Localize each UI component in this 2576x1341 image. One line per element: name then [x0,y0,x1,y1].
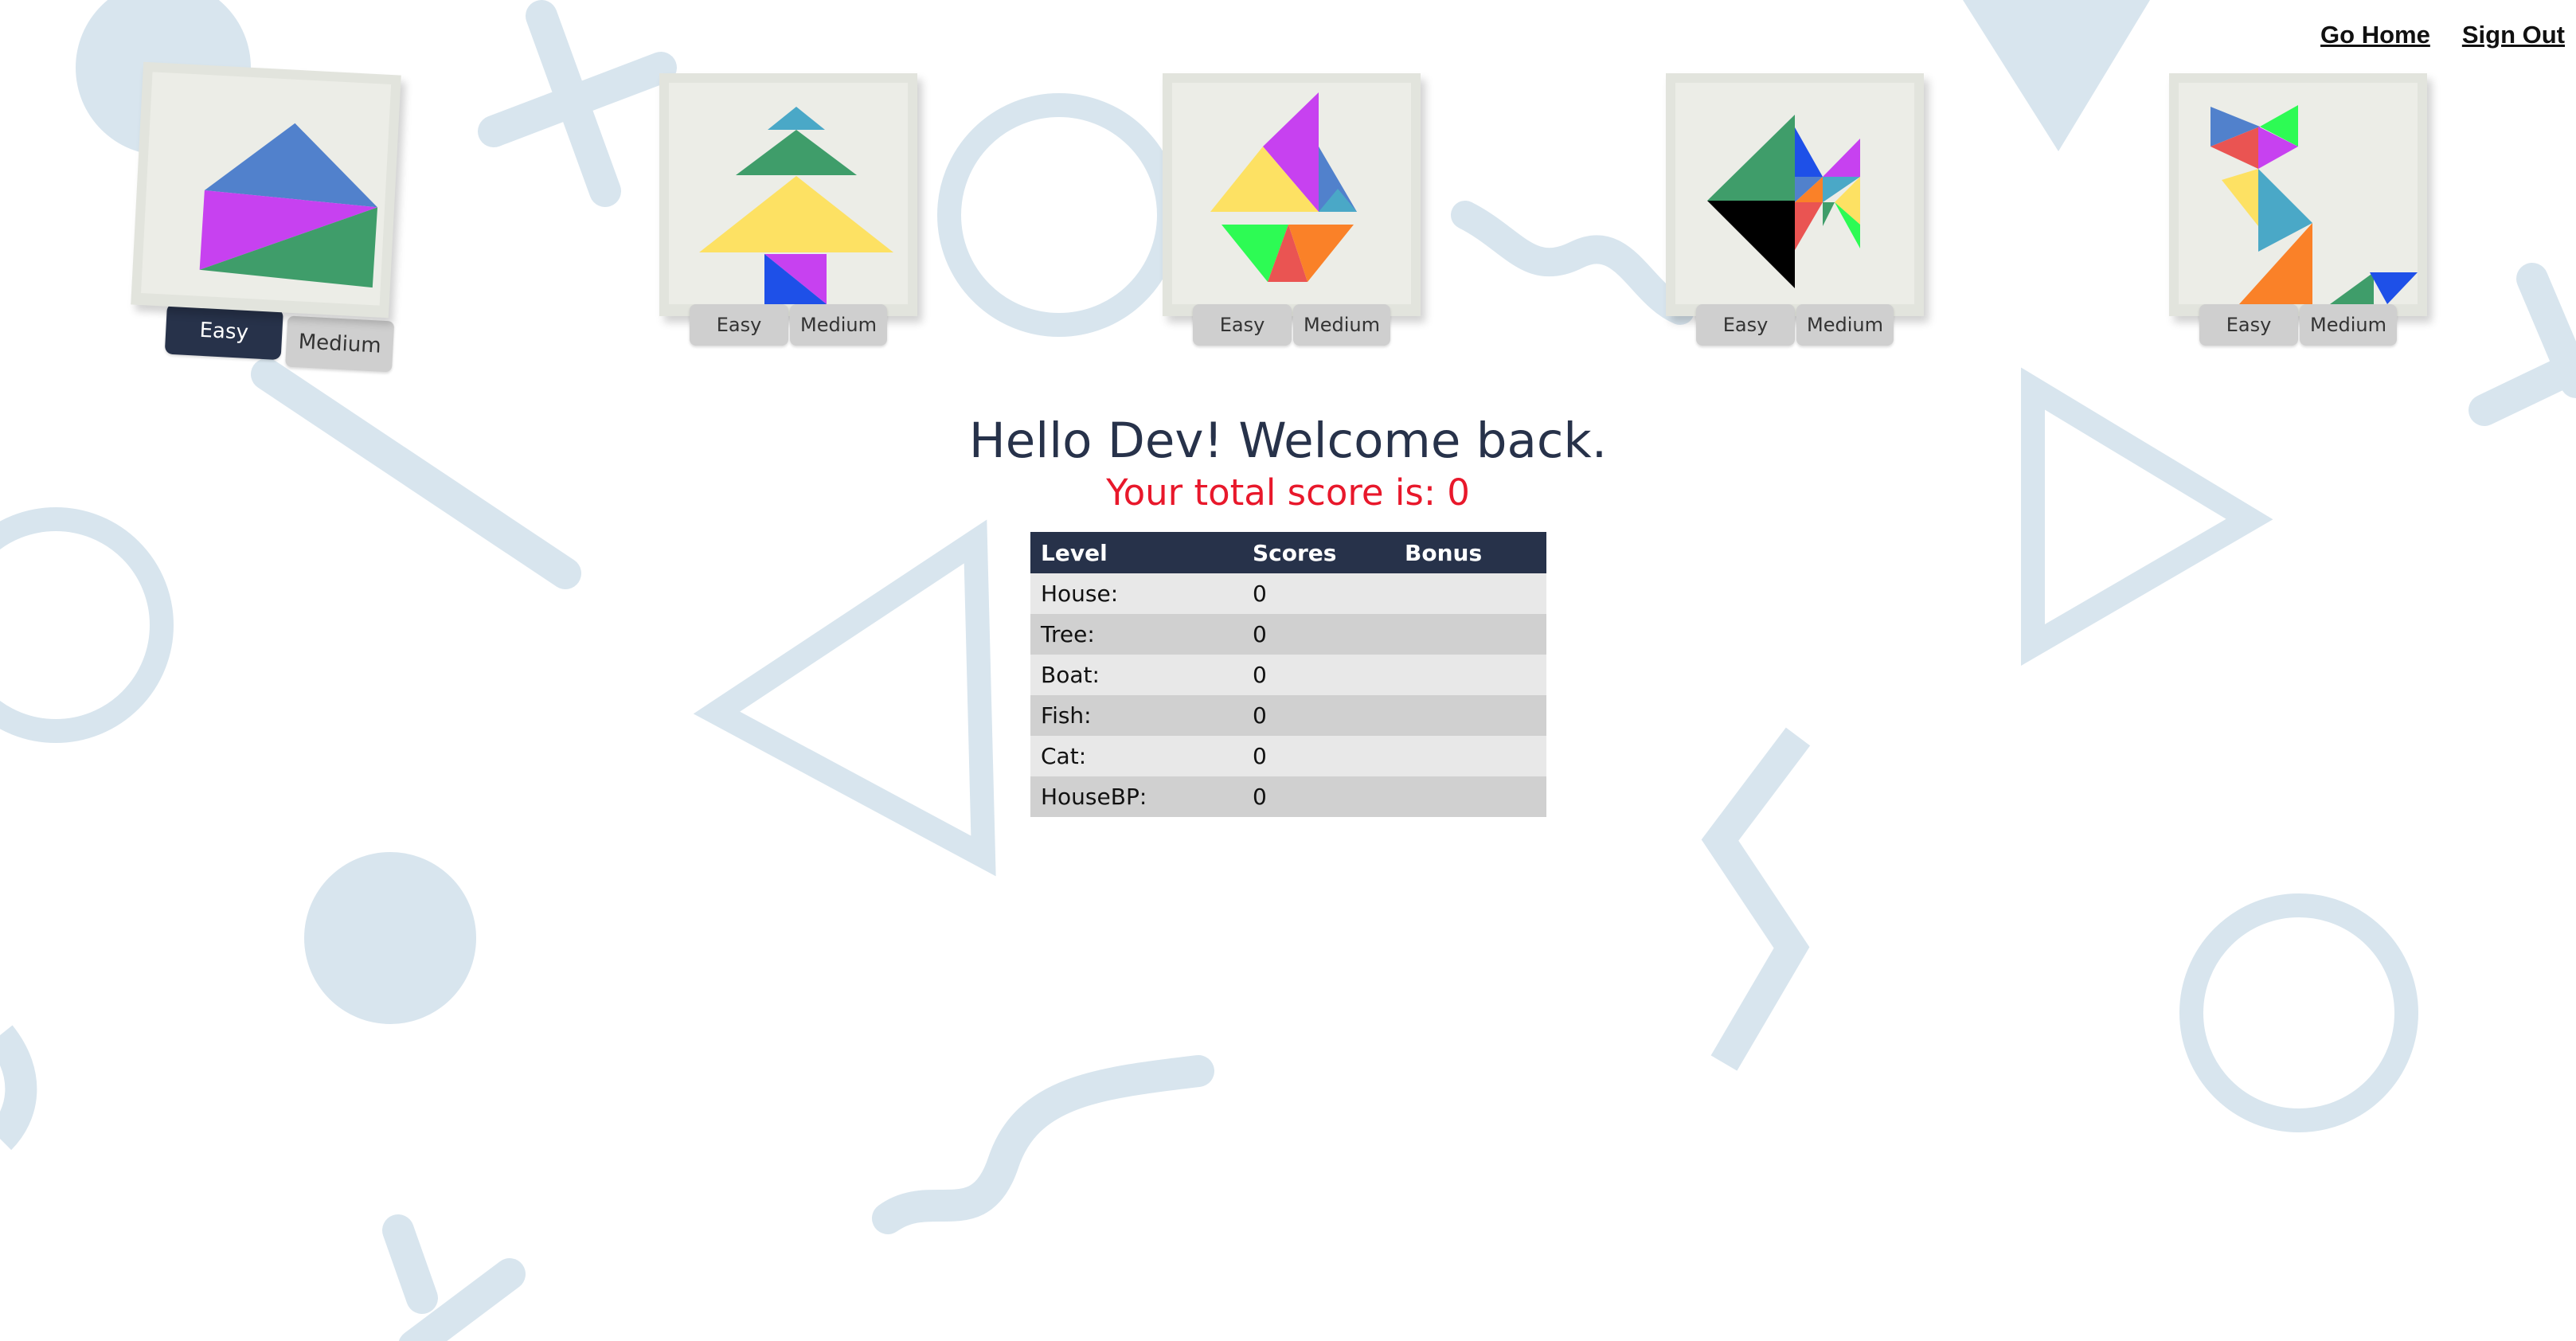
level-cell: Boat: [1030,655,1242,695]
table-row: Fish: 0 [1030,695,1546,736]
fish-tangram-image [1707,115,1860,288]
table-row: Tree: 0 [1030,614,1546,655]
table-header-row: Level Scores Bonus [1030,532,1546,573]
top-nav: Go Home Sign Out [2320,21,2565,49]
bonus-cell [1394,776,1546,817]
bonus-cell [1394,573,1546,614]
easy-button[interactable]: Easy [2199,304,2298,346]
go-home-link[interactable]: Go Home [2320,21,2430,49]
level-cell: Cat: [1030,736,1242,776]
sign-out-link[interactable]: Sign Out [2462,21,2565,49]
scores-table: Level Scores Bonus House: 0 Tree: 0 Boat… [1030,532,1546,817]
medium-button[interactable]: Medium [285,315,395,373]
medium-button[interactable]: Medium [1293,304,1390,346]
puzzle-card-house[interactable] [131,61,401,319]
table-row: House: 0 [1030,573,1546,614]
score-cell: 0 [1242,776,1394,817]
score-cell: 0 [1242,573,1394,614]
puzzle-card-fish[interactable]: Easy Medium [1666,73,1924,346]
cat-tangram-image [2211,105,2418,304]
table-row: Cat: 0 [1030,736,1546,776]
bonus-cell [1394,614,1546,655]
puzzle-card-boat[interactable]: Easy Medium [1163,73,1421,346]
difficulty-buttons-boat: Easy Medium [1193,304,1390,346]
table-row: Boat: 0 [1030,655,1546,695]
score-cell: 0 [1242,655,1394,695]
score-cell: 0 [1242,736,1394,776]
difficulty-buttons-fish: Easy Medium [1696,304,1894,346]
puzzle-card-tree[interactable]: Easy Medium [659,73,917,346]
tree-tangram-image [699,107,893,304]
table-row: HouseBP: 0 [1030,776,1546,817]
medium-button[interactable]: Medium [1796,304,1894,346]
house-tangram-image [199,123,378,288]
easy-button[interactable]: Easy [1193,304,1292,346]
medium-button[interactable]: Medium [790,304,887,346]
score-cell: 0 [1242,695,1394,736]
header-level: Level [1030,532,1242,573]
level-cell: HouseBP: [1030,776,1242,817]
easy-button[interactable]: Easy [690,304,788,346]
level-cell: Fish: [1030,695,1242,736]
puzzle-card-cat[interactable]: Easy Medium [2169,73,2427,346]
score-cell: 0 [1242,614,1394,655]
bonus-cell [1394,655,1546,695]
bonus-cell [1394,695,1546,736]
boat-tangram-image [1210,92,1357,282]
easy-button[interactable]: Easy [164,303,283,361]
medium-button[interactable]: Medium [2300,304,2397,346]
difficulty-buttons-tree: Easy Medium [690,304,887,346]
header-scores: Scores [1242,532,1394,573]
welcome-heading: Hello Dev! Welcome back. [968,412,1608,469]
total-score: Your total score is: 0 [1106,471,1470,514]
level-cell: Tree: [1030,614,1242,655]
easy-button[interactable]: Easy [1696,304,1795,346]
header-bonus: Bonus [1394,532,1546,573]
level-cell: House: [1030,573,1242,614]
difficulty-buttons-cat: Easy Medium [2199,304,2397,346]
bonus-cell [1394,736,1546,776]
